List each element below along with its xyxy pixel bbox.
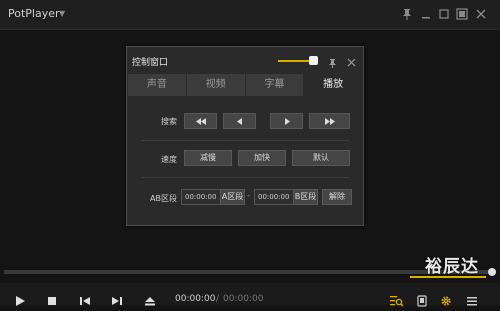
tab-subtitle[interactable]: 字幕 <box>245 74 305 96</box>
next-icon[interactable] <box>111 292 123 305</box>
close-icon[interactable] <box>346 53 357 67</box>
tab-video[interactable]: 视频 <box>186 74 246 96</box>
search-label: 搜索 <box>161 117 177 126</box>
seek-bar[interactable] <box>4 270 496 274</box>
opacity-slider-handle[interactable] <box>309 56 318 65</box>
chevron-down-icon[interactable]: ▼ <box>59 9 65 18</box>
settings-gear-icon[interactable] <box>440 292 452 306</box>
watermark-text: 裕辰达 <box>425 257 479 277</box>
control-window: 控制窗口 声音 视频 字幕 播放 搜索 速度 减慢 加快 默认 AB区段 00:… <box>126 46 364 226</box>
faster-button[interactable]: 加快 <box>238 150 286 166</box>
total-time: 00:00:00 <box>223 294 264 304</box>
fast-forward-button[interactable] <box>309 113 350 129</box>
playlist-search-icon[interactable] <box>390 292 404 307</box>
rewind-button[interactable] <box>223 113 256 129</box>
ab-repeat-label: AB区段 <box>150 194 177 203</box>
play-icon[interactable] <box>14 292 26 306</box>
eject-icon[interactable] <box>144 292 156 306</box>
fast-rewind-button[interactable] <box>184 113 217 129</box>
tab-audio[interactable]: 声音 <box>128 74 187 96</box>
default-speed-button[interactable]: 默认 <box>292 150 350 166</box>
time-separator: / <box>216 294 220 304</box>
previous-icon[interactable] <box>79 292 91 305</box>
fullscreen-icon[interactable] <box>455 7 469 21</box>
tab-playback[interactable]: 播放 <box>304 74 362 96</box>
panel-title: 控制窗口 <box>132 58 169 68</box>
app-name[interactable]: PotPlayer <box>8 7 60 20</box>
divider <box>141 140 349 141</box>
pin-icon[interactable] <box>400 7 414 21</box>
seek-handle[interactable] <box>488 268 496 276</box>
maximize-icon[interactable] <box>437 7 451 21</box>
slower-button[interactable]: 减慢 <box>184 150 232 166</box>
divider <box>141 177 349 178</box>
set-b-point-button[interactable]: B区段 <box>293 189 318 205</box>
set-a-point-button[interactable]: A区段 <box>220 189 245 205</box>
forward-button[interactable] <box>270 113 303 129</box>
minimize-icon[interactable] <box>419 7 433 21</box>
stop-icon[interactable] <box>46 292 58 305</box>
capture-icon[interactable] <box>416 292 428 307</box>
range-dash: - <box>247 191 250 200</box>
current-time: 00:00:00 <box>175 294 216 304</box>
close-icon[interactable] <box>474 7 488 21</box>
tab-bar: 声音 视频 字幕 播放 <box>128 74 362 96</box>
menu-icon[interactable] <box>466 292 478 306</box>
title-bar: PotPlayer ▼ <box>0 0 500 30</box>
pin-icon[interactable] <box>327 54 338 68</box>
clear-ab-button[interactable]: 解除 <box>322 189 352 205</box>
a-point-time-field[interactable]: 00:00:00 <box>181 189 221 205</box>
b-point-time-field[interactable]: 00:00:00 <box>254 189 294 205</box>
speed-label: 速度 <box>161 155 177 164</box>
